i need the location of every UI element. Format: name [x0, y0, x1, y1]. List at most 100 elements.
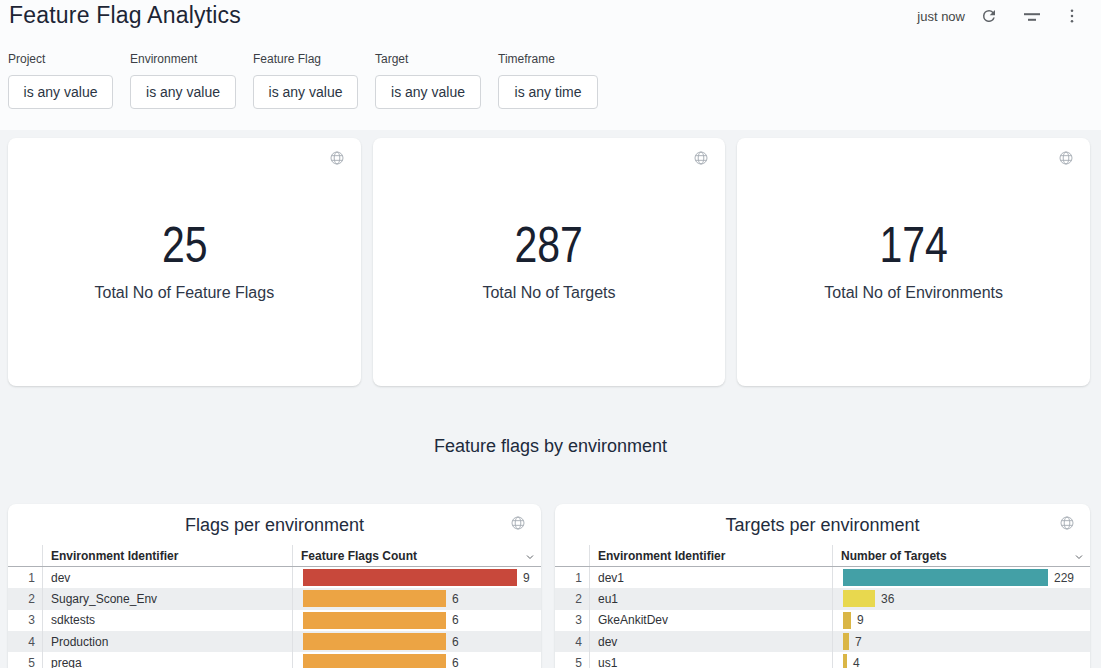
- filter-label: Feature Flag: [253, 52, 358, 66]
- environment-cell[interactable]: eu1: [590, 588, 833, 609]
- table-card-flags-per-environment: Flags per environment Environment Identi…: [8, 504, 541, 668]
- table-row: 1dev1 229: [555, 567, 1090, 588]
- row-index: 4: [8, 631, 43, 652]
- globe-icon[interactable]: [510, 515, 526, 535]
- bar-cell[interactable]: 6: [293, 588, 541, 609]
- chevron-down-icon[interactable]: [1073, 551, 1085, 566]
- column-header-environment[interactable]: Environment Identifier: [590, 545, 833, 566]
- globe-icon[interactable]: [1058, 150, 1074, 170]
- table-card-targets-per-environment: Targets per environment Environment Iden…: [555, 504, 1090, 668]
- table-body: 1dev92Sugary_Scone_Env63sdktests64Produc…: [8, 567, 541, 668]
- bar-value: 6: [452, 635, 459, 649]
- environment-cell[interactable]: dev1: [590, 567, 833, 588]
- bar[interactable]: [843, 590, 875, 607]
- table-header: Environment Identifier Feature Flags Cou…: [8, 545, 541, 567]
- bar-value: 36: [881, 592, 894, 606]
- environment-cell[interactable]: dev: [43, 567, 293, 588]
- globe-icon[interactable]: [329, 150, 345, 170]
- bar-value: 6: [452, 613, 459, 627]
- environment-cell[interactable]: sdktests: [43, 610, 293, 631]
- bar-cell[interactable]: 4: [833, 652, 1090, 668]
- bar[interactable]: [303, 654, 446, 668]
- row-index: 4: [555, 631, 590, 652]
- column-header-environment[interactable]: Environment Identifier: [43, 545, 293, 566]
- kpi-card-feature-flags: 25 Total No of Feature Flags: [8, 138, 361, 386]
- table-row: 2Sugary_Scone_Env 6: [8, 588, 541, 609]
- bar-cell[interactable]: 7: [833, 631, 1090, 652]
- last-refreshed: just now: [917, 9, 965, 24]
- environment-cell[interactable]: Production: [43, 631, 293, 652]
- filter-bar: Project is any value Environment is any …: [8, 52, 598, 109]
- row-index: 1: [8, 567, 43, 588]
- filter-feature-flag: Feature Flag is any value: [253, 52, 358, 109]
- environment-cell[interactable]: us1: [590, 652, 833, 668]
- row-index: 5: [8, 652, 43, 668]
- filter-label: Target: [375, 52, 481, 66]
- column-header-measure[interactable]: Feature Flags Count: [293, 545, 541, 566]
- table-row: 5us14: [555, 652, 1090, 668]
- bar-cell[interactable]: 6: [293, 610, 541, 631]
- table-row: 1dev9: [8, 567, 541, 588]
- row-index: 2: [555, 588, 590, 609]
- environment-cell[interactable]: dev: [590, 631, 833, 652]
- bar[interactable]: [303, 633, 446, 650]
- bar[interactable]: [303, 590, 446, 607]
- filter-timeframe: Timeframe is any time: [498, 52, 598, 109]
- bar-cell[interactable]: 9: [833, 610, 1090, 631]
- filter-value-button[interactable]: is any value: [130, 75, 236, 109]
- row-index: 3: [8, 610, 43, 631]
- filter-value-button[interactable]: is any time: [498, 75, 598, 109]
- table: Environment Identifier Number of Targets…: [555, 545, 1090, 668]
- table-title: Targets per environment: [555, 514, 1090, 536]
- table-row: 4Production 6: [8, 631, 541, 652]
- globe-icon[interactable]: [693, 150, 709, 170]
- table-row: 2eu1 36: [555, 588, 1090, 609]
- kpi-card-targets: 287 Total No of Targets: [373, 138, 726, 386]
- filter-value-button[interactable]: is any value: [8, 75, 113, 109]
- kpi-row: 25 Total No of Feature Flags 287 Total N…: [8, 138, 1090, 386]
- filter-label: Environment: [130, 52, 236, 66]
- bar-cell[interactable]: 6: [293, 631, 541, 652]
- bar[interactable]: [843, 654, 847, 668]
- row-index: 1: [555, 567, 590, 588]
- filter-target: Target is any value: [375, 52, 481, 109]
- kpi-card-environments: 174 Total No of Environments: [737, 138, 1090, 386]
- bar[interactable]: [843, 569, 1048, 586]
- dashboard-body: 25 Total No of Feature Flags 287 Total N…: [0, 130, 1101, 668]
- bar-value: 229: [1054, 571, 1074, 585]
- bar-cell[interactable]: 9: [293, 567, 541, 588]
- refresh-icon[interactable]: [979, 5, 999, 27]
- row-index: 2: [8, 588, 43, 609]
- bar[interactable]: [843, 612, 851, 629]
- bar-value: 6: [452, 656, 459, 668]
- more-vert-icon[interactable]: [1062, 5, 1082, 27]
- filter-label: Project: [8, 52, 113, 66]
- bar[interactable]: [303, 569, 517, 586]
- column-header-measure[interactable]: Number of Targets: [833, 545, 1090, 566]
- bar-cell[interactable]: 229: [833, 567, 1090, 588]
- header: Feature Flag Analytics just now Project …: [0, 0, 1101, 130]
- environment-cell[interactable]: GkeAnkitDev: [590, 610, 833, 631]
- filter-value-button[interactable]: is any value: [253, 75, 358, 109]
- filter-icon[interactable]: [1022, 5, 1042, 27]
- bar[interactable]: [843, 633, 849, 650]
- section-title: Feature flags by environment: [0, 436, 1101, 457]
- table-body: 1dev12292eu1363GkeAnkitDev94dev75us14: [555, 567, 1090, 668]
- bar-cell[interactable]: 36: [833, 588, 1090, 609]
- filter-label: Timeframe: [498, 52, 598, 66]
- environment-cell[interactable]: prega: [43, 652, 293, 668]
- filter-value-button[interactable]: is any value: [375, 75, 481, 109]
- globe-icon[interactable]: [1059, 515, 1075, 535]
- row-number-header: [555, 545, 590, 566]
- bar-value: 9: [857, 613, 864, 627]
- filter-project: Project is any value: [8, 52, 113, 109]
- kpi-value: 174: [879, 220, 947, 270]
- bar-value: 6: [452, 592, 459, 606]
- table-row: 3sdktests 6: [8, 610, 541, 631]
- bar[interactable]: [303, 612, 446, 629]
- bar-cell[interactable]: 6: [293, 652, 541, 668]
- chevron-down-icon[interactable]: [524, 551, 536, 566]
- bar-value: 4: [853, 656, 860, 668]
- kpi-label: Total No of Feature Flags: [95, 284, 275, 302]
- environment-cell[interactable]: Sugary_Scone_Env: [43, 588, 293, 609]
